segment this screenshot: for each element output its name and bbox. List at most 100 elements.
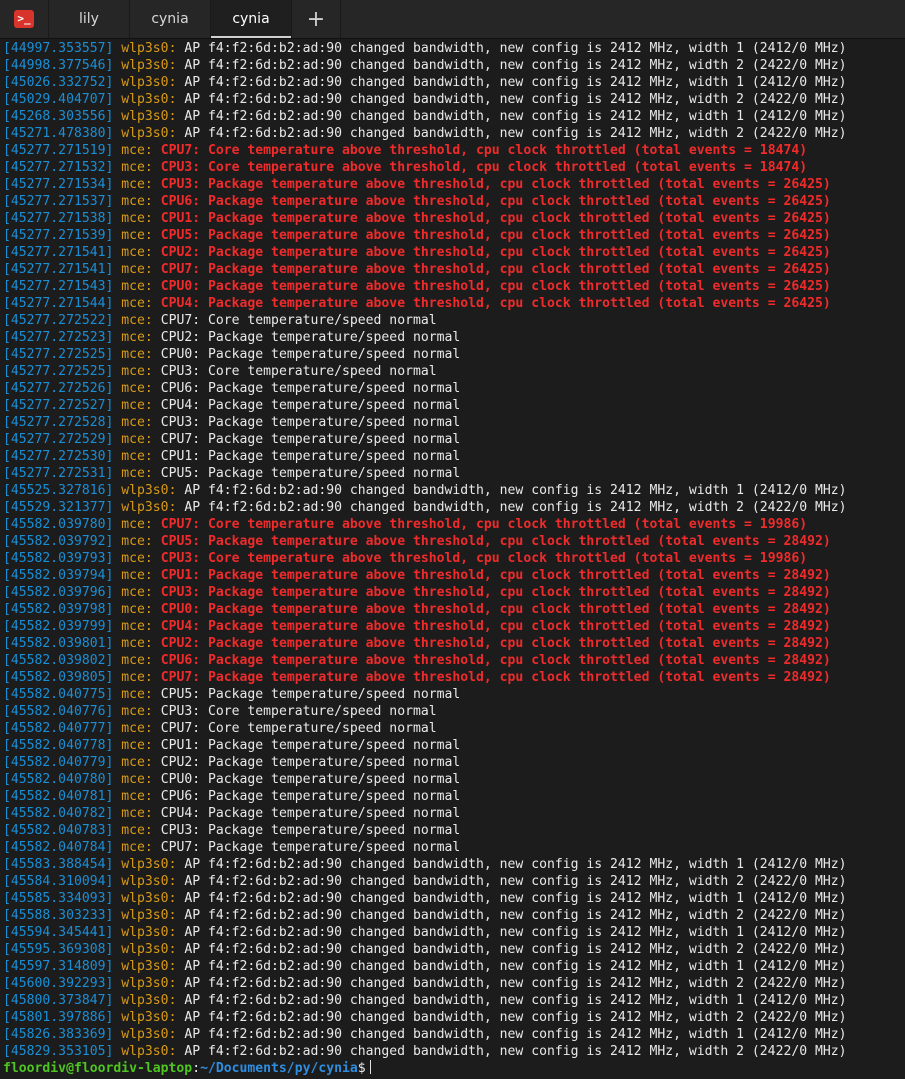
log-line-alert: [45582.039793] mce: CPU3: Core temperatu…: [0, 550, 905, 567]
log-source: wlp3s0:: [121, 58, 177, 73]
timestamp: [45597.314809]: [3, 959, 114, 974]
timestamp: [45829.353105]: [3, 1044, 114, 1059]
log-message: CPU1: Package temperature/speed normal: [152, 449, 461, 464]
timestamp: [45277.271538]: [3, 211, 114, 226]
log-message: CPU5: Package temperature above threshol…: [152, 228, 831, 243]
log-line: [45597.314809] wlp3s0: AP f4:f2:6d:b2:ad…: [0, 958, 905, 975]
log-source: mce:: [121, 704, 153, 719]
terminal-output[interactable]: [44997.353557] wlp3s0: AP f4:f2:6d:b2:ad…: [0, 40, 905, 1079]
log-source: mce:: [121, 636, 153, 651]
timestamp: [45582.040778]: [3, 738, 114, 753]
log-line: [45582.040778] mce: CPU1: Package temper…: [0, 737, 905, 754]
log-line: [45588.303233] wlp3s0: AP f4:f2:6d:b2:ad…: [0, 907, 905, 924]
log-line: [45525.327816] wlp3s0: AP f4:f2:6d:b2:ad…: [0, 482, 905, 499]
log-source: wlp3s0:: [121, 41, 177, 56]
log-line: [45277.272525] mce: CPU3: Core temperatu…: [0, 363, 905, 380]
log-message: CPU0: Package temperature/speed normal: [152, 772, 461, 787]
timestamp: [45277.272531]: [3, 466, 114, 481]
prompt-symbol: $: [357, 1061, 366, 1076]
tab-cynia-active[interactable]: cynia: [211, 0, 292, 38]
log-message: AP f4:f2:6d:b2:ad:90 changed bandwidth, …: [176, 891, 847, 906]
log-message: CPU5: Package temperature above threshol…: [152, 534, 831, 549]
log-line-alert: [45277.271519] mce: CPU7: Core temperatu…: [0, 142, 905, 159]
log-line-alert: [45277.271543] mce: CPU0: Package temper…: [0, 278, 905, 295]
log-source: wlp3s0:: [121, 483, 177, 498]
log-message: AP f4:f2:6d:b2:ad:90 changed bandwidth, …: [176, 1027, 847, 1042]
timestamp: [45582.040784]: [3, 840, 114, 855]
log-source: wlp3s0:: [121, 925, 177, 940]
log-line-alert: [45277.271541] mce: CPU7: Package temper…: [0, 261, 905, 278]
timestamp: [45582.039794]: [3, 568, 114, 583]
log-line-alert: [45582.039780] mce: CPU7: Core temperatu…: [0, 516, 905, 533]
timestamp: [45026.332752]: [3, 75, 114, 90]
timestamp: [45277.272523]: [3, 330, 114, 345]
log-message: CPU4: Package temperature above threshol…: [152, 619, 831, 634]
log-line-alert: [45582.039796] mce: CPU3: Package temper…: [0, 584, 905, 601]
log-line: [45583.388454] wlp3s0: AP f4:f2:6d:b2:ad…: [0, 856, 905, 873]
timestamp: [45582.039802]: [3, 653, 114, 668]
log-line: [45582.040784] mce: CPU7: Package temper…: [0, 839, 905, 856]
log-source: mce:: [121, 823, 153, 838]
timestamp: [45826.383369]: [3, 1027, 114, 1042]
tab-lily[interactable]: lily: [49, 0, 130, 38]
timestamp: [45277.271543]: [3, 279, 114, 294]
log-source: mce:: [121, 738, 153, 753]
timestamp: [45582.039798]: [3, 602, 114, 617]
log-line-alert: [45277.271539] mce: CPU5: Package temper…: [0, 227, 905, 244]
app-menu-button[interactable]: >_: [0, 0, 49, 38]
log-message: CPU3: Package temperature/speed normal: [152, 823, 461, 838]
timestamp: [45277.272522]: [3, 313, 114, 328]
log-line: [45277.272529] mce: CPU7: Package temper…: [0, 431, 905, 448]
log-line: [45277.272523] mce: CPU2: Package temper…: [0, 329, 905, 346]
log-message: AP f4:f2:6d:b2:ad:90 changed bandwidth, …: [176, 993, 847, 1008]
timestamp: [45277.271519]: [3, 143, 114, 158]
timestamp: [45582.039805]: [3, 670, 114, 685]
timestamp: [45529.321377]: [3, 500, 114, 515]
log-source: mce:: [121, 381, 153, 396]
timestamp: [45277.271534]: [3, 177, 114, 192]
log-message: CPU1: Package temperature above threshol…: [152, 568, 831, 583]
timestamp: [45801.397886]: [3, 1010, 114, 1025]
log-source: mce:: [121, 194, 153, 209]
log-message: AP f4:f2:6d:b2:ad:90 changed bandwidth, …: [176, 58, 847, 73]
timestamp: [45582.040776]: [3, 704, 114, 719]
log-line-alert: [45582.039798] mce: CPU0: Package temper…: [0, 601, 905, 618]
log-message: CPU3: Package temperature above threshol…: [152, 585, 831, 600]
prompt-line[interactable]: floordiv@floordiv-laptop:~/Documents/py/…: [0, 1060, 905, 1077]
log-message: CPU6: Package temperature above threshol…: [152, 194, 831, 209]
log-line: [45801.397886] wlp3s0: AP f4:f2:6d:b2:ad…: [0, 1009, 905, 1026]
prompt-user-host: floordiv@floordiv-laptop: [3, 1061, 193, 1076]
log-line: [45277.272527] mce: CPU4: Package temper…: [0, 397, 905, 414]
tab-cynia[interactable]: cynia: [130, 0, 211, 38]
timestamp: [45582.040782]: [3, 806, 114, 821]
log-source: mce:: [121, 568, 153, 583]
log-message: CPU5: Package temperature/speed normal: [152, 466, 461, 481]
timestamp: [45800.373847]: [3, 993, 114, 1008]
log-message: CPU2: Package temperature/speed normal: [152, 755, 461, 770]
timestamp: [45277.272527]: [3, 398, 114, 413]
log-message: CPU4: Package temperature/speed normal: [152, 806, 461, 821]
new-tab-button[interactable]: +: [292, 0, 341, 38]
log-source: wlp3s0:: [121, 109, 177, 124]
log-source: wlp3s0:: [121, 92, 177, 107]
timestamp: [45277.271537]: [3, 194, 114, 209]
log-message: CPU2: Package temperature/speed normal: [152, 330, 461, 345]
timestamp: [45585.334093]: [3, 891, 114, 906]
log-line: [45594.345441] wlp3s0: AP f4:f2:6d:b2:ad…: [0, 924, 905, 941]
log-line-alert: [45277.271532] mce: CPU3: Core temperatu…: [0, 159, 905, 176]
log-line: [45582.040781] mce: CPU6: Package temper…: [0, 788, 905, 805]
log-source: mce:: [121, 364, 153, 379]
log-message: CPU7: Package temperature above threshol…: [152, 262, 831, 277]
log-source: wlp3s0:: [121, 874, 177, 889]
plus-icon: +: [306, 6, 326, 32]
log-message: AP f4:f2:6d:b2:ad:90 changed bandwidth, …: [176, 857, 847, 872]
log-source: mce:: [121, 789, 153, 804]
timestamp: [45277.271541]: [3, 262, 114, 277]
log-message: CPU0: Package temperature above threshol…: [152, 279, 831, 294]
timestamp: [45582.039796]: [3, 585, 114, 600]
timestamp: [45595.369308]: [3, 942, 114, 957]
timestamp: [45277.272530]: [3, 449, 114, 464]
log-message: CPU7: Package temperature/speed normal: [152, 432, 461, 447]
log-source: mce:: [121, 398, 153, 413]
text-cursor: [369, 1060, 371, 1074]
